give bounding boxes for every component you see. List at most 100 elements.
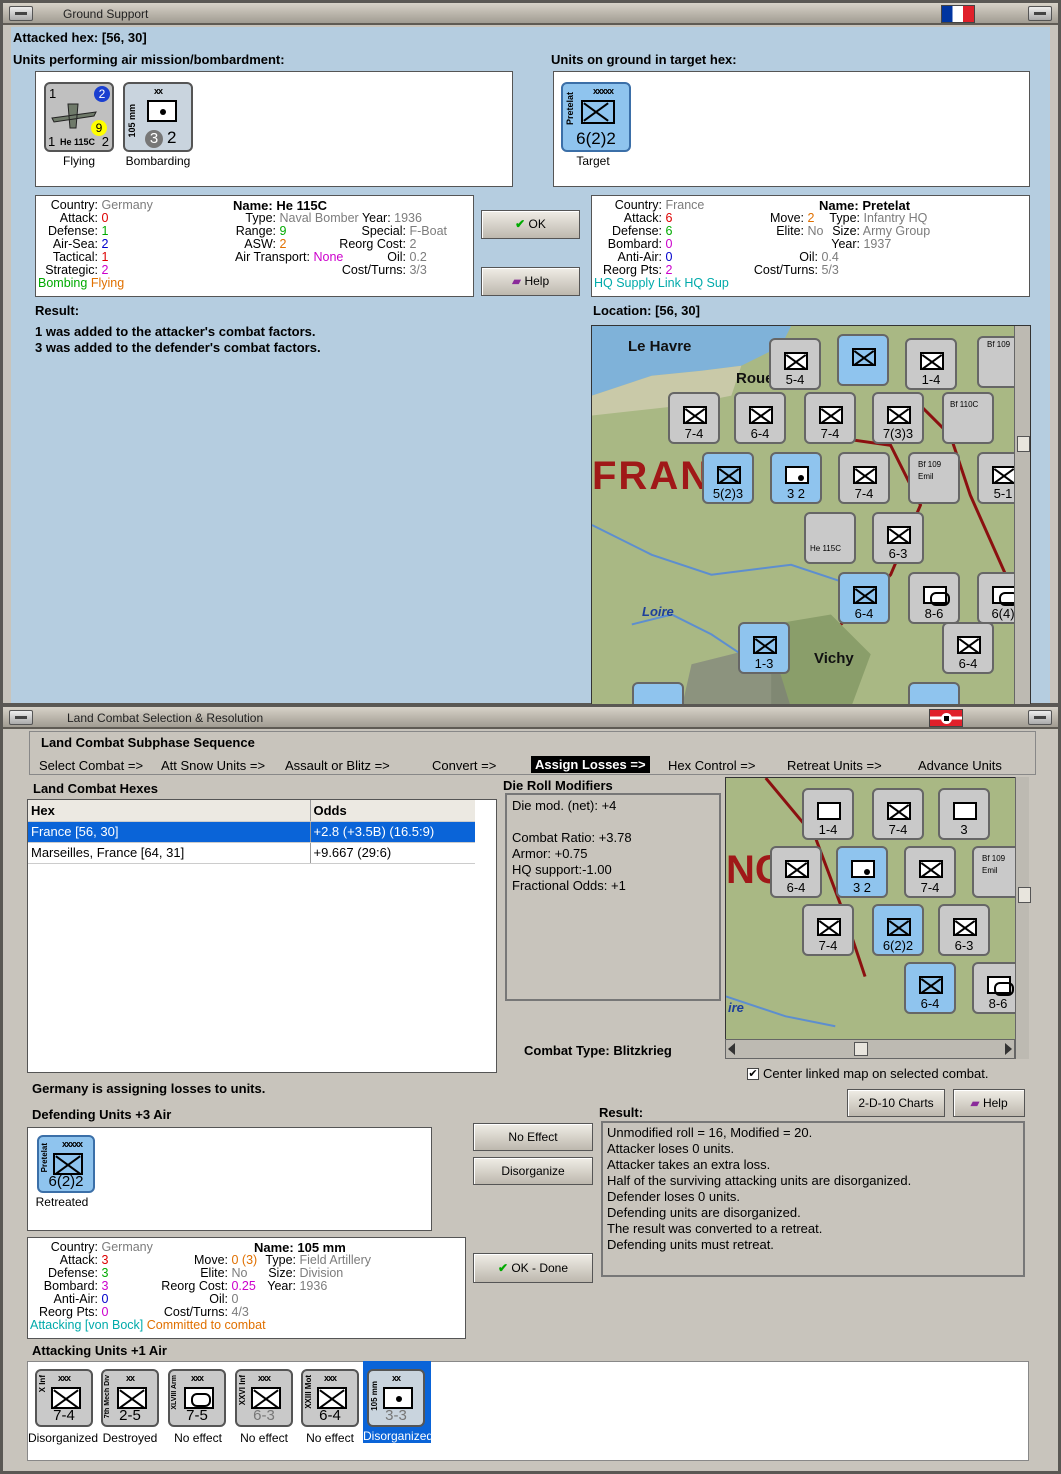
motorized-symbol-icon xyxy=(317,1387,347,1409)
stat-label: Cost/Turns: xyxy=(341,263,406,277)
defending-unit[interactable]: xxxxx Pretelat 6(2)2 xyxy=(37,1135,95,1193)
center-map-checkbox[interactable]: ✔ xyxy=(747,1068,759,1080)
map-counter[interactable]: 5(2)3 xyxy=(702,452,754,504)
stat-label: Year: xyxy=(831,237,860,251)
map-counter[interactable] xyxy=(837,334,889,386)
map-counter[interactable]: Bf 110C xyxy=(942,392,994,444)
map-counter[interactable]: 6-4 xyxy=(838,572,890,624)
map-counter[interactable]: 6-3 xyxy=(938,904,990,956)
unit-attack: 3 xyxy=(145,130,163,148)
scroll-left-arrow-icon[interactable] xyxy=(728,1043,735,1055)
defender-defense: 6 xyxy=(665,224,673,238)
scroll-right-arrow-icon[interactable] xyxy=(1005,1043,1012,1055)
charts-button[interactable]: 2-D-10 Charts xyxy=(847,1089,945,1117)
help-button[interactable]: ▰ Help xyxy=(953,1089,1025,1117)
map-counter[interactable]: 6-4 xyxy=(942,622,994,674)
unit-move-extra: (3) xyxy=(241,1253,258,1267)
air-unit-he115c[interactable]: 1 2 9 1 He 115C 2 xyxy=(44,82,114,152)
combat-map[interactable]: NC ire 1-4 7-4 3 6-4 3 2 7-4 Bf 109 Emil … xyxy=(725,777,1023,1059)
defending-unit-caption: Retreated xyxy=(35,1195,89,1209)
attacking-unit[interactable]: xxx XXVI Inf 6-3 xyxy=(235,1369,293,1427)
france-flag-icon xyxy=(941,5,975,23)
artillery-symbol-icon xyxy=(851,860,875,878)
map-vertical-scrollbar[interactable] xyxy=(1014,326,1030,708)
title-bar[interactable]: Ground Support xyxy=(3,3,1058,25)
target-unit[interactable]: xxxxx Pretelat 6(2)2 xyxy=(561,82,631,152)
map-counter[interactable]: 1-4 xyxy=(802,788,854,840)
map-counter[interactable]: 7-4 xyxy=(904,846,956,898)
hexes-heading: Land Combat Hexes xyxy=(33,781,158,796)
map-counter[interactable]: 1-4 xyxy=(905,338,957,390)
map-counter[interactable]: 3 2 xyxy=(836,846,888,898)
map-counter[interactable]: 6-4 xyxy=(770,846,822,898)
unit-size: xx xyxy=(125,1373,135,1383)
linked-map[interactable]: Le Havre Roue FRANC Loire Vichy 5-4 1-4 … xyxy=(591,325,1031,709)
unit-side-label: XLVIII Arm xyxy=(171,1375,178,1410)
combat-type-label: Combat Type: xyxy=(524,1043,610,1058)
table-row-selected[interactable]: France [56, 30] +2.8 (+3.5B) (16.5:9) xyxy=(28,821,475,843)
map-counter[interactable]: Bf 109 Emil xyxy=(908,452,960,504)
unit-side-label: 105 mm xyxy=(127,104,137,138)
map-counter[interactable]: 6(2)2 xyxy=(872,904,924,956)
minimize-button[interactable] xyxy=(1028,710,1052,725)
no-effect-button[interactable]: No Effect xyxy=(473,1123,593,1151)
map-counter[interactable]: 6-3 xyxy=(872,512,924,564)
minimize-button[interactable] xyxy=(1028,6,1052,21)
map-counter[interactable]: He 115C xyxy=(804,512,856,564)
center-map-label[interactable]: Center linked map on selected combat. xyxy=(763,1066,988,1081)
window-title: Land Combat Selection & Resolution xyxy=(67,711,264,725)
window-menu-button[interactable] xyxy=(9,710,33,725)
ok-button[interactable]: ✔ OK xyxy=(481,210,580,239)
counter-aircraft-name: Bf 109 xyxy=(987,340,1011,349)
map-counter[interactable]: 7-4 xyxy=(802,904,854,956)
seq-step: Att Snow Units => xyxy=(161,758,266,773)
map-counter[interactable]: 3 xyxy=(938,788,990,840)
attacker-status-flying: Flying xyxy=(90,276,125,290)
check-icon: ✔ xyxy=(515,217,526,231)
scroll-thumb[interactable] xyxy=(854,1042,868,1056)
attacking-unit-caption: No effect xyxy=(306,1431,354,1445)
map-counter[interactable]: 5-4 xyxy=(769,338,821,390)
table-row[interactable]: Marseilles, France [64, 31] +9.667 (29:6) xyxy=(28,842,475,864)
seq-step: Hex Control => xyxy=(668,758,756,773)
disorganize-button[interactable]: Disorganize xyxy=(473,1157,593,1185)
unit-side-label: Pretelat xyxy=(565,92,575,126)
map-horizontal-scrollbar[interactable] xyxy=(725,1039,1015,1059)
attacking-unit[interactable]: xxx X Inf 7-4 xyxy=(35,1369,93,1427)
col-header-odds[interactable]: Odds xyxy=(310,800,475,822)
map-counter[interactable]: 8-6 xyxy=(908,572,960,624)
attacking-unit[interactable]: xxx XLVIII Arm 7-5 xyxy=(168,1369,226,1427)
help-button[interactable]: ▰ Help xyxy=(481,267,580,296)
result-line: Defender loses 0 units. xyxy=(607,1189,740,1204)
counter-strength: 1-4 xyxy=(921,372,941,387)
map-counter[interactable]: 1-3 xyxy=(738,622,790,674)
unit-status-attacking: Attacking [von Bock] xyxy=(30,1318,144,1332)
drm-line: HQ support:-1.00 xyxy=(512,862,612,877)
col-header-hex[interactable]: Hex xyxy=(28,800,311,822)
ok-done-button[interactable]: ✔ OK - Done xyxy=(473,1253,593,1283)
unit-elite: No xyxy=(231,1266,248,1280)
infantry-symbol-icon xyxy=(53,1153,83,1175)
map-counter[interactable]: 3 2 xyxy=(770,452,822,504)
row-hex: Marseilles, France [64, 31] xyxy=(28,842,311,864)
map-vertical-scrollbar[interactable] xyxy=(1015,777,1031,1059)
infantry-symbol-icon xyxy=(887,526,911,544)
unit-strength: 2-5 xyxy=(119,1407,141,1424)
attacking-unit[interactable]: xx 7th Mech Div 2-5 xyxy=(101,1369,159,1427)
bombard-unit-caption: Bombarding xyxy=(125,154,191,168)
map-counter[interactable]: 6-4 xyxy=(734,392,786,444)
map-counter[interactable]: 7-4 xyxy=(872,788,924,840)
air-unit-105mm[interactable]: xx 105 mm 3 2 xyxy=(123,82,193,152)
map-counter[interactable]: 7-4 xyxy=(838,452,890,504)
window-menu-button[interactable] xyxy=(9,6,33,21)
map-counter[interactable]: 7(3)3 xyxy=(872,392,924,444)
title-bar[interactable]: Land Combat Selection & Resolution xyxy=(3,707,1058,729)
attacking-unit[interactable]: xxx XXIII Mot 6-4 xyxy=(301,1369,359,1427)
unit-year: 1936 xyxy=(299,1279,328,1293)
map-counter[interactable]: 7-4 xyxy=(668,392,720,444)
attacking-unit-selected[interactable]: xx 105 mm 3-3 xyxy=(367,1369,425,1427)
map-counter[interactable]: 7-4 xyxy=(804,392,856,444)
map-counter[interactable]: 6-4 xyxy=(904,962,956,1014)
drm-line: Combat Ratio: +3.78 xyxy=(512,830,632,845)
unit-antiair: 0 xyxy=(101,1292,109,1306)
